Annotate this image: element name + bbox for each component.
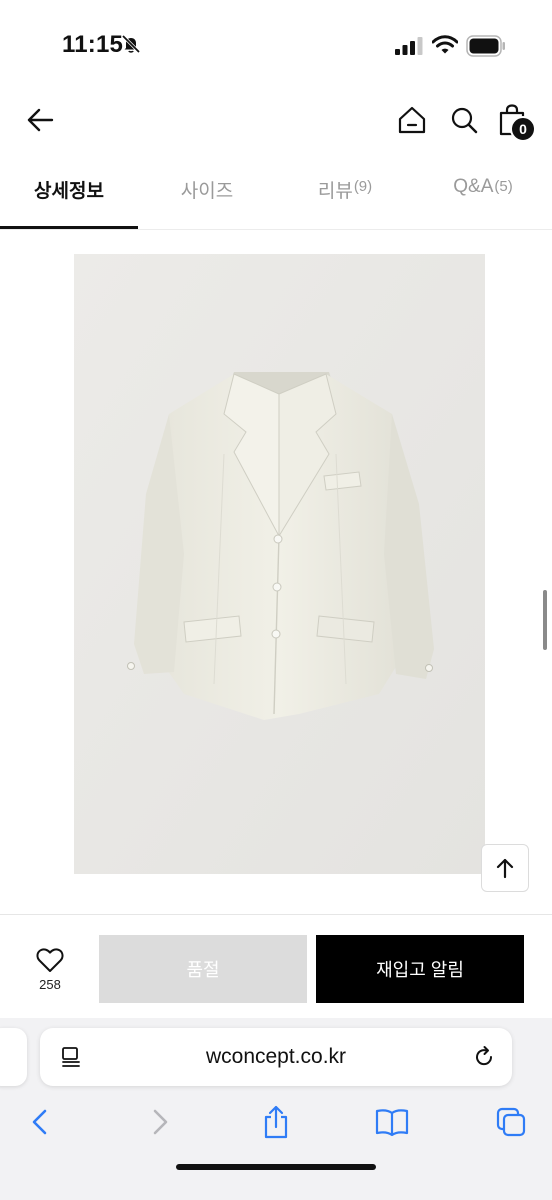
- tab-label: 사이즈: [180, 181, 234, 202]
- heart-icon: [36, 948, 64, 972]
- purchase-bar: 258 품절 재입고 알림: [0, 914, 552, 1018]
- tab-label: Q&A: [453, 176, 494, 197]
- bell-slash-icon: [121, 34, 141, 54]
- back-button[interactable]: [20, 100, 60, 140]
- cart-button[interactable]: 0: [492, 100, 540, 148]
- status-bar: 11:15: [0, 0, 552, 90]
- status-time: 11:15: [62, 31, 124, 58]
- tab-label: 상세정보: [34, 181, 104, 202]
- browser-toolbar: wconcept.co.kr: [0, 1018, 552, 1200]
- scroll-to-top-button[interactable]: [481, 844, 529, 892]
- bookmarks-icon: [375, 1109, 409, 1137]
- search-button[interactable]: [444, 100, 484, 140]
- battery-icon: [466, 35, 505, 57]
- tab-count: (5): [494, 178, 513, 195]
- tab-label: 리뷰: [317, 181, 353, 202]
- home-indicator[interactable]: [176, 1164, 376, 1170]
- chevron-left-icon: [32, 1109, 47, 1135]
- home-icon: [398, 106, 426, 134]
- home-button[interactable]: [392, 100, 432, 140]
- cart-count-badge: 0: [510, 116, 536, 142]
- tab-count: (9): [353, 178, 373, 195]
- chevron-right-icon: [153, 1109, 168, 1135]
- cellular-signal-icon: [395, 37, 423, 55]
- browser-back-button[interactable]: [22, 1104, 58, 1140]
- active-tab-indicator: [0, 226, 138, 229]
- like-button[interactable]: 258: [22, 943, 78, 999]
- bookmarks-button[interactable]: [374, 1104, 410, 1140]
- search-icon: [451, 107, 478, 134]
- soldout-button[interactable]: 품절: [99, 935, 307, 1003]
- product-image: [74, 254, 485, 874]
- share-button[interactable]: [258, 1104, 294, 1140]
- page-scroll-indicator[interactable]: [543, 590, 547, 650]
- tab-reviews[interactable]: 리뷰 (9): [276, 176, 414, 230]
- tabs-button[interactable]: [493, 1104, 529, 1140]
- url-text: wconcept.co.kr: [205, 1045, 347, 1068]
- blazer-illustration: [74, 254, 485, 874]
- share-icon: [264, 1105, 288, 1139]
- tab-details[interactable]: 상세정보: [0, 176, 138, 230]
- restock-alert-button[interactable]: 재입고 알림: [316, 935, 524, 1003]
- tab-size[interactable]: 사이즈: [138, 176, 276, 230]
- app-header: 0: [0, 90, 552, 152]
- arrow-up-icon: [496, 858, 514, 879]
- wifi-icon: [432, 35, 458, 54]
- browser-forward-button[interactable]: [142, 1104, 178, 1140]
- tab-qna[interactable]: Q&A (5): [414, 176, 552, 230]
- address-bar[interactable]: wconcept.co.kr: [40, 1028, 512, 1086]
- reload-icon[interactable]: [472, 1045, 496, 1069]
- arrow-left-icon: [27, 108, 54, 132]
- like-count: 258: [39, 977, 61, 992]
- tabs-icon: [496, 1107, 526, 1137]
- previous-tab-peek[interactable]: [0, 1028, 27, 1086]
- detail-tabs: 상세정보 사이즈 리뷰 (9) Q&A (5): [0, 160, 552, 230]
